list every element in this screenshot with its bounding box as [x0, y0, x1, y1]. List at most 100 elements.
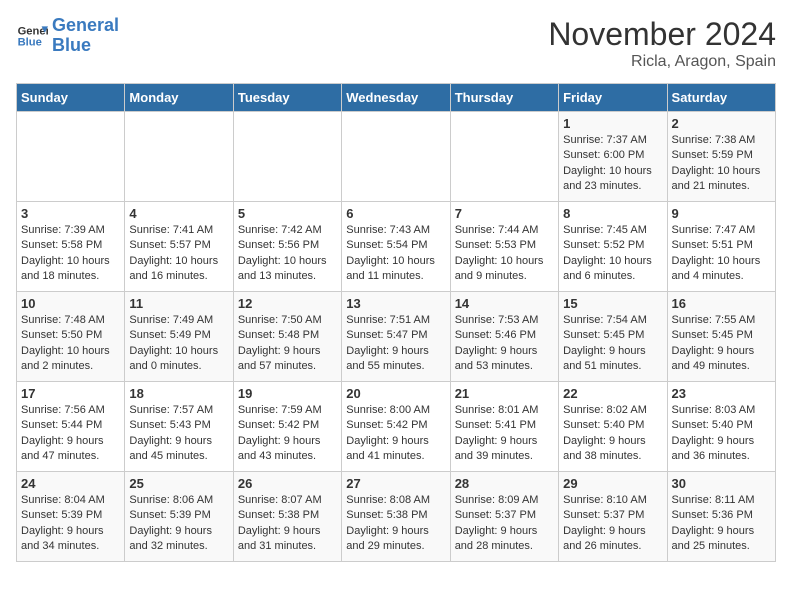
svg-text:Blue: Blue: [18, 36, 42, 48]
day-number: 16: [672, 296, 771, 311]
calendar-cell: 27 Sunrise: 8:08 AM Sunset: 5:38 PM Dayli…: [342, 472, 450, 562]
day-info: Sunrise: 7:51 AM Sunset: 5:47 PM Dayligh…: [346, 313, 445, 375]
calendar-cell: 20Sunrise: 8:00 AM Sunset: 5:42 PM Dayli…: [342, 382, 450, 472]
location: Ricla, Aragon, Spain: [548, 53, 776, 71]
day-info: Sunrise: 7:57 AM Sunset: 5:43 PM Dayligh…: [129, 403, 228, 465]
day-number: 28: [455, 476, 554, 491]
day-info: Sunrise: 7:45 AM Sunset: 5:52 PM Dayligh…: [563, 223, 662, 285]
day-info: Sunrise: 7:39 AM Sunset: 5:58 PM Dayligh…: [21, 223, 120, 285]
calendar-cell: 22 Sunrise: 8:02 AM Sunset: 5:40 PM Dayli…: [559, 382, 667, 472]
calendar-cell: 28 Sunrise: 8:09 AM Sunset: 5:37 PM Dayli…: [450, 472, 558, 562]
day-info: Sunrise: 8:02 AM Sunset: 5:40 PM Dayligh…: [563, 403, 662, 465]
day-header-tuesday: Tuesday: [233, 84, 341, 112]
day-number: 8: [563, 206, 662, 221]
calendar-week-row: 1 Sunrise: 7:37 AM Sunset: 6:00 PM Daylig…: [17, 112, 776, 202]
day-number: 21: [455, 386, 554, 401]
calendar-cell: [17, 112, 125, 202]
day-info: Sunrise: 8:10 AM Sunset: 5:37 PM Dayligh…: [563, 493, 662, 555]
day-info: Sunrise: 7:53 AM Sunset: 5:46 PM Dayligh…: [455, 313, 554, 375]
calendar-cell: 11 Sunrise: 7:49 AM Sunset: 5:49 PM Dayli…: [125, 292, 233, 382]
day-number: 4: [129, 206, 228, 221]
day-number: 2: [672, 116, 771, 131]
day-number: 3: [21, 206, 120, 221]
calendar-cell: [342, 112, 450, 202]
calendar-cell: 15 Sunrise: 7:54 AM Sunset: 5:45 PM Dayli…: [559, 292, 667, 382]
calendar-week-row: 24Sunrise: 8:04 AM Sunset: 5:39 PM Dayli…: [17, 472, 776, 562]
day-number: 13: [346, 296, 445, 311]
day-info: Sunrise: 8:08 AM Sunset: 5:38 PM Dayligh…: [346, 493, 445, 555]
day-info: Sunrise: 7:38 AM Sunset: 5:59 PM Dayligh…: [672, 133, 771, 195]
calendar-cell: 13 Sunrise: 7:51 AM Sunset: 5:47 PM Dayli…: [342, 292, 450, 382]
day-number: 14: [455, 296, 554, 311]
day-number: 7: [455, 206, 554, 221]
day-info: Sunrise: 7:54 AM Sunset: 5:45 PM Dayligh…: [563, 313, 662, 375]
day-number: 11: [129, 296, 228, 311]
logo-icon: General Blue: [16, 20, 48, 52]
calendar-cell: [233, 112, 341, 202]
day-number: 22: [563, 386, 662, 401]
day-number: 12: [238, 296, 337, 311]
calendar-header-row: SundayMondayTuesdayWednesdayThursdayFrid…: [17, 84, 776, 112]
calendar-cell: 25Sunrise: 8:06 AM Sunset: 5:39 PM Dayli…: [125, 472, 233, 562]
day-number: 1: [563, 116, 662, 131]
day-info: Sunrise: 7:59 AM Sunset: 5:42 PM Dayligh…: [238, 403, 337, 465]
day-number: 6: [346, 206, 445, 221]
logo-text: GeneralBlue: [52, 16, 119, 56]
day-info: Sunrise: 8:11 AM Sunset: 5:36 PM Dayligh…: [672, 493, 771, 555]
day-number: 10: [21, 296, 120, 311]
day-info: Sunrise: 7:44 AM Sunset: 5:53 PM Dayligh…: [455, 223, 554, 285]
calendar-week-row: 3 Sunrise: 7:39 AM Sunset: 5:58 PM Daylig…: [17, 202, 776, 292]
calendar-cell: 6 Sunrise: 7:43 AM Sunset: 5:54 PM Daylig…: [342, 202, 450, 292]
day-number: 23: [672, 386, 771, 401]
day-header-wednesday: Wednesday: [342, 84, 450, 112]
day-header-saturday: Saturday: [667, 84, 775, 112]
day-info: Sunrise: 7:55 AM Sunset: 5:45 PM Dayligh…: [672, 313, 771, 375]
calendar-cell: 26 Sunrise: 8:07 AM Sunset: 5:38 PM Dayli…: [233, 472, 341, 562]
calendar-cell: 30 Sunrise: 8:11 AM Sunset: 5:36 PM Dayli…: [667, 472, 775, 562]
day-number: 19: [238, 386, 337, 401]
day-number: 17: [21, 386, 120, 401]
day-number: 15: [563, 296, 662, 311]
calendar-cell: 4Sunrise: 7:41 AM Sunset: 5:57 PM Daylig…: [125, 202, 233, 292]
calendar-cell: 2 Sunrise: 7:38 AM Sunset: 5:59 PM Daylig…: [667, 112, 775, 202]
calendar-table: SundayMondayTuesdayWednesdayThursdayFrid…: [16, 83, 776, 562]
day-info: Sunrise: 8:03 AM Sunset: 5:40 PM Dayligh…: [672, 403, 771, 465]
day-info: Sunrise: 7:47 AM Sunset: 5:51 PM Dayligh…: [672, 223, 771, 285]
month-title: November 2024: [548, 16, 776, 53]
page-header: General Blue GeneralBlue November 2024 R…: [16, 16, 776, 71]
day-number: 26: [238, 476, 337, 491]
day-info: Sunrise: 7:56 AM Sunset: 5:44 PM Dayligh…: [21, 403, 120, 465]
day-info: Sunrise: 7:43 AM Sunset: 5:54 PM Dayligh…: [346, 223, 445, 285]
calendar-cell: 12 Sunrise: 7:50 AM Sunset: 5:48 PM Dayli…: [233, 292, 341, 382]
calendar-week-row: 10Sunrise: 7:48 AM Sunset: 5:50 PM Dayli…: [17, 292, 776, 382]
calendar-cell: 24Sunrise: 8:04 AM Sunset: 5:39 PM Dayli…: [17, 472, 125, 562]
calendar-cell: 23 Sunrise: 8:03 AM Sunset: 5:40 PM Dayli…: [667, 382, 775, 472]
calendar-cell: [125, 112, 233, 202]
day-info: Sunrise: 8:09 AM Sunset: 5:37 PM Dayligh…: [455, 493, 554, 555]
day-info: Sunrise: 8:06 AM Sunset: 5:39 PM Dayligh…: [129, 493, 228, 555]
day-number: 27: [346, 476, 445, 491]
calendar-cell: 14 Sunrise: 7:53 AM Sunset: 5:46 PM Dayli…: [450, 292, 558, 382]
title-block: November 2024 Ricla, Aragon, Spain: [548, 16, 776, 71]
logo: General Blue GeneralBlue: [16, 16, 119, 56]
day-info: Sunrise: 8:00 AM Sunset: 5:42 PM Dayligh…: [346, 403, 445, 465]
day-number: 5: [238, 206, 337, 221]
calendar-cell: 18Sunrise: 7:57 AM Sunset: 5:43 PM Dayli…: [125, 382, 233, 472]
calendar-cell: 8 Sunrise: 7:45 AM Sunset: 5:52 PM Daylig…: [559, 202, 667, 292]
calendar-cell: 1 Sunrise: 7:37 AM Sunset: 6:00 PM Daylig…: [559, 112, 667, 202]
day-number: 30: [672, 476, 771, 491]
day-info: Sunrise: 8:01 AM Sunset: 5:41 PM Dayligh…: [455, 403, 554, 465]
calendar-cell: 16 Sunrise: 7:55 AM Sunset: 5:45 PM Dayli…: [667, 292, 775, 382]
day-info: Sunrise: 7:37 AM Sunset: 6:00 PM Dayligh…: [563, 133, 662, 195]
day-header-sunday: Sunday: [17, 84, 125, 112]
day-header-monday: Monday: [125, 84, 233, 112]
day-number: 29: [563, 476, 662, 491]
day-info: Sunrise: 7:50 AM Sunset: 5:48 PM Dayligh…: [238, 313, 337, 375]
calendar-week-row: 17 Sunrise: 7:56 AM Sunset: 5:44 PM Dayli…: [17, 382, 776, 472]
day-info: Sunrise: 7:42 AM Sunset: 5:56 PM Dayligh…: [238, 223, 337, 285]
day-info: Sunrise: 7:49 AM Sunset: 5:49 PM Dayligh…: [129, 313, 228, 375]
calendar-cell: 17 Sunrise: 7:56 AM Sunset: 5:44 PM Dayli…: [17, 382, 125, 472]
calendar-cell: 5 Sunrise: 7:42 AM Sunset: 5:56 PM Daylig…: [233, 202, 341, 292]
calendar-cell: 3 Sunrise: 7:39 AM Sunset: 5:58 PM Daylig…: [17, 202, 125, 292]
day-info: Sunrise: 8:07 AM Sunset: 5:38 PM Dayligh…: [238, 493, 337, 555]
